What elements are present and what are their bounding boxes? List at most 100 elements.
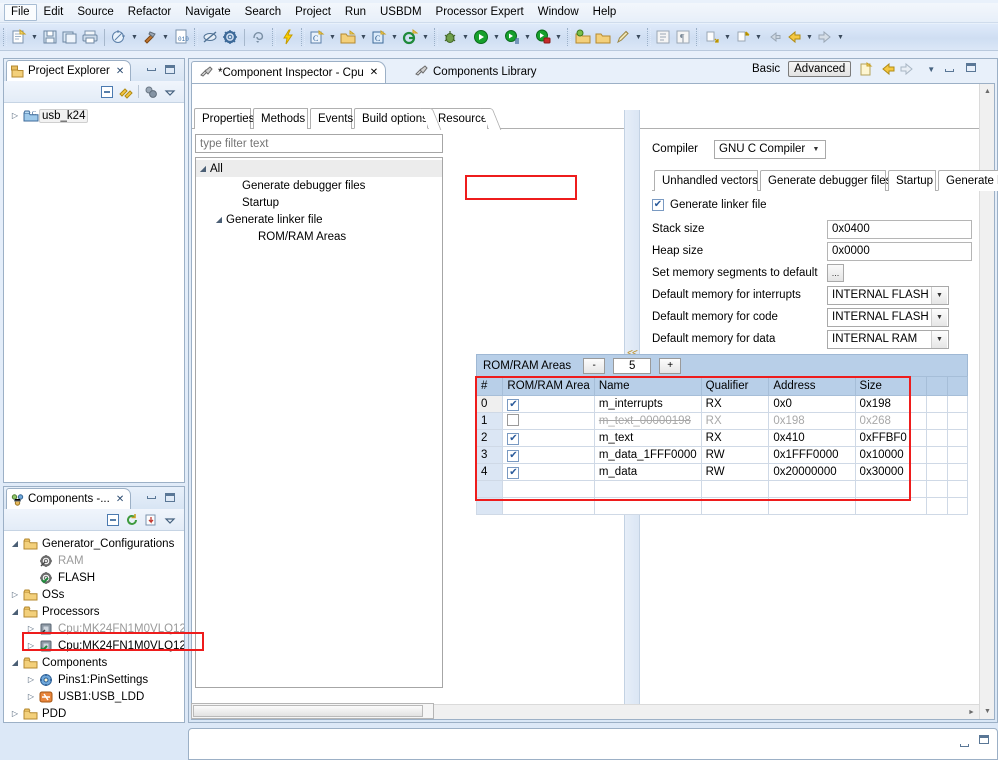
column-header[interactable]: [926, 376, 948, 396]
row-address[interactable]: 0x20000000: [768, 463, 856, 481]
field-input[interactable]: [827, 219, 972, 239]
view-menu-icon[interactable]: ▼: [927, 65, 935, 74]
tree-item[interactable]: ▷ Pins1:PinSettings: [4, 671, 184, 688]
row-name[interactable]: [593, 497, 702, 515]
tree-item[interactable]: ▷ Cpu:MK24FN1M0VLQ12: [4, 637, 184, 654]
chevron-right-icon[interactable]: ◢: [196, 164, 210, 173]
close-icon[interactable]: ✕: [116, 494, 124, 505]
area-count-value[interactable]: 5: [613, 357, 652, 374]
chevron-right-icon[interactable]: ◢: [212, 215, 226, 224]
next-annotation-icon[interactable]: [702, 27, 722, 47]
profile-dropdown-icon[interactable]: ▼: [522, 27, 533, 47]
row-qualifier[interactable]: RX: [700, 412, 770, 430]
collapse-all-icon[interactable]: [98, 83, 116, 101]
maximize-icon[interactable]: [163, 62, 177, 76]
chevron-right-icon[interactable]: ◢: [8, 539, 22, 548]
row-enabled-cell[interactable]: [502, 497, 595, 515]
outline-item[interactable]: ◢ Generate linker file: [196, 211, 442, 228]
new-c-project-icon[interactable]: C: [307, 27, 327, 47]
back-arrow-icon[interactable]: [880, 62, 896, 76]
table-row[interactable]: [475, 480, 969, 498]
open-folder-icon[interactable]: [593, 27, 613, 47]
subtab-generate-linker-file[interactable]: Generate linker file: [938, 170, 998, 191]
chevron-right-icon[interactable]: ▷: [8, 590, 22, 599]
row-name[interactable]: m_data: [593, 463, 702, 481]
minimize-icon[interactable]: [960, 738, 969, 750]
binary-file-icon[interactable]: 010: [171, 27, 191, 47]
maximize-icon[interactable]: [966, 63, 977, 75]
row-qualifier[interactable]: RX: [700, 395, 770, 413]
subtab-startup[interactable]: Startup: [888, 170, 936, 191]
scroll-right-icon[interactable]: ►: [964, 705, 979, 720]
row-address[interactable]: [768, 480, 856, 498]
pilcrow-icon[interactable]: ¶: [673, 27, 693, 47]
forward-arrow-icon[interactable]: [815, 27, 835, 47]
row-enabled-cell[interactable]: ✔: [502, 395, 595, 413]
row-qualifier[interactable]: [700, 480, 770, 498]
row-qualifier[interactable]: [700, 497, 770, 515]
forward-dropdown-icon[interactable]: ▼: [835, 27, 846, 47]
maximize-icon[interactable]: [163, 490, 177, 504]
back-dropdown-icon[interactable]: ▼: [804, 27, 815, 47]
row-enabled-cell[interactable]: ✔: [502, 446, 595, 464]
column-header[interactable]: Qualifier: [700, 376, 770, 396]
column-header[interactable]: Size: [854, 376, 928, 396]
compiler-select[interactable]: GNU C Compiler ▼: [714, 139, 826, 159]
outline-hscrollbar[interactable]: [191, 703, 434, 719]
remove-area-button[interactable]: -: [583, 357, 606, 374]
table-row[interactable]: 2 ✔ m_text RX 0x410 0xFFBF0: [475, 429, 969, 447]
new-generic-icon[interactable]: [400, 27, 420, 47]
new-icon[interactable]: [9, 27, 29, 47]
outline-hscroll-thumb[interactable]: [193, 705, 423, 717]
settings-gear-icon[interactable]: [220, 27, 240, 47]
prev-annotation-dropdown-icon[interactable]: ▼: [753, 27, 764, 47]
menu-item-usbdm[interactable]: USBDM: [373, 4, 429, 21]
row-size[interactable]: [854, 480, 928, 498]
new-dropdown-icon[interactable]: ▼: [29, 27, 40, 47]
table-row[interactable]: [475, 497, 969, 515]
forward-arrow-icon[interactable]: [899, 62, 915, 76]
collapse-all-icon[interactable]: [104, 511, 122, 529]
menu-item-edit[interactable]: Edit: [37, 4, 71, 21]
subtab-generate-debugger-files[interactable]: Generate debugger files: [760, 170, 891, 191]
toolbar-grip-2[interactable]: [194, 28, 198, 46]
close-icon[interactable]: ✕: [370, 67, 378, 78]
menu-item-file[interactable]: File: [4, 4, 37, 21]
chevron-right-icon[interactable]: ▷: [8, 709, 22, 718]
debug-bug-icon[interactable]: [440, 27, 460, 47]
editor-tab-component-inspector[interactable]: *Component Inspector - Cpu ✕: [191, 61, 387, 83]
row-name[interactable]: m_interrupts: [593, 395, 702, 413]
minimize-icon[interactable]: [945, 63, 955, 75]
outline-item[interactable]: ROM/RAM Areas: [196, 228, 442, 245]
outline-item[interactable]: Generate debugger files: [196, 177, 442, 194]
row-enabled-cell[interactable]: ✔: [502, 429, 595, 447]
row-enabled-cell[interactable]: [502, 412, 595, 430]
row-qualifier[interactable]: RW: [700, 463, 770, 481]
toolbar-grip-7[interactable]: [647, 28, 651, 46]
row-name[interactable]: m_data_1FFF0000: [593, 446, 702, 464]
next-annotation-dropdown-icon[interactable]: ▼: [722, 27, 733, 47]
column-header[interactable]: Name: [593, 376, 702, 396]
add-area-button[interactable]: +: [659, 357, 682, 374]
import-component-icon[interactable]: [142, 511, 160, 529]
run-last-dropdown-icon[interactable]: ▼: [553, 27, 564, 47]
toolbar-grip-5[interactable]: [434, 28, 438, 46]
new-c-project-dropdown-icon[interactable]: ▼: [327, 27, 338, 47]
scroll-down-icon[interactable]: ▼: [980, 704, 995, 719]
tab-methods[interactable]: Methods: [253, 108, 308, 129]
row-qualifier[interactable]: RW: [700, 446, 770, 464]
save-icon[interactable]: [40, 27, 60, 47]
perspective-basic[interactable]: Basic: [752, 63, 780, 75]
filter-icon[interactable]: [142, 83, 160, 101]
row-address[interactable]: [768, 497, 856, 515]
run-dropdown-icon[interactable]: ▼: [491, 27, 502, 47]
row-enabled-cell[interactable]: [502, 480, 595, 498]
toolbar-grip-6[interactable]: [567, 28, 571, 46]
row-enabled-cell[interactable]: ✔: [502, 463, 595, 481]
tree-item[interactable]: RAM: [4, 552, 184, 569]
tab-build-options[interactable]: Build options: [354, 108, 442, 130]
row-name[interactable]: m_text_00000198: [593, 412, 702, 430]
browse-button[interactable]: ...: [827, 264, 844, 282]
view-menu-icon[interactable]: [161, 83, 179, 101]
project-explorer-tab[interactable]: Project Explorer ✕: [6, 60, 132, 81]
